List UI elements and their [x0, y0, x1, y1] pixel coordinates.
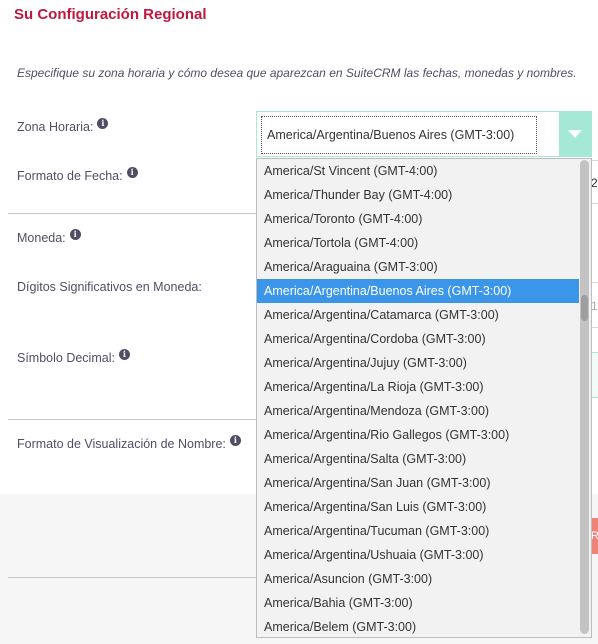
- scrollbar-thumb[interactable]: [581, 295, 588, 321]
- currency-digits-input-fragment: 1: [591, 299, 598, 313]
- divider: [8, 419, 258, 420]
- currency-digits-input-edge[interactable]: 1: [591, 282, 598, 328]
- timezone-option[interactable]: America/Argentina/San Juan (GMT-3:00): [257, 471, 579, 495]
- timezone-option[interactable]: America/Toronto (GMT-4:00): [257, 207, 579, 231]
- timezone-select-toggle[interactable]: [559, 112, 591, 156]
- timezone-option[interactable]: America/Argentina/Catamarca (GMT-3:00): [257, 303, 579, 327]
- timezone-option[interactable]: America/Argentina/Ushuaia (GMT-3:00): [257, 543, 579, 567]
- divider: [8, 577, 258, 578]
- currency-label-text: Moneda:: [17, 231, 66, 245]
- partial-button-edge[interactable]: R: [591, 518, 598, 554]
- timezone-option[interactable]: America/Argentina/La Rioja (GMT-3:00): [257, 375, 579, 399]
- decimal-symbol-label: Símbolo Decimal: i: [17, 348, 130, 365]
- partial-button-fragment: R: [591, 530, 598, 542]
- timezone-option[interactable]: America/St Vincent (GMT-4:00): [257, 159, 579, 183]
- section-title: Su Configuración Regional: [14, 6, 207, 23]
- timezone-option[interactable]: America/Asuncion (GMT-3:00): [257, 567, 579, 591]
- timezone-select-value[interactable]: America/Argentina/Buenos Aires (GMT-3:00…: [261, 116, 537, 154]
- timezone-option[interactable]: America/Argentina/Jujuy (GMT-3:00): [257, 351, 579, 375]
- timezone-option[interactable]: America/Bahia (GMT-3:00): [257, 591, 579, 615]
- currency-digits-label: Dígitos Significativos en Moneda:: [17, 280, 202, 294]
- name-format-label: Formato de Visualización de Nombre: i: [17, 434, 241, 451]
- timezone-label: Zona Horaria: i: [17, 117, 109, 134]
- dropdown-scrollbar[interactable]: [579, 159, 591, 637]
- timezone-option[interactable]: America/Argentina/Tucuman (GMT-3:00): [257, 519, 579, 543]
- timezone-dropdown[interactable]: America/St Vincent (GMT-4:00) America/Thu…: [256, 158, 592, 638]
- info-icon[interactable]: i: [118, 348, 130, 360]
- timezone-option[interactable]: America/Tortola (GMT-4:00): [257, 231, 579, 255]
- timezone-option[interactable]: America/Argentina/Rio Gallegos (GMT-3:00…: [257, 423, 579, 447]
- timezone-option[interactable]: America/Argentina/San Luis (GMT-3:00): [257, 495, 579, 519]
- scrollbar-track[interactable]: [580, 160, 589, 634]
- date-format-label-text: Formato de Fecha:: [17, 169, 123, 183]
- timezone-option[interactable]: America/Thunder Bay (GMT-4:00): [257, 183, 579, 207]
- divider: [8, 213, 258, 214]
- timezone-option-list: America/St Vincent (GMT-4:00) America/Thu…: [257, 159, 591, 637]
- timezone-option[interactable]: America/Araguaina (GMT-3:00): [257, 255, 579, 279]
- timezone-option[interactable]: America/Argentina/Salta (GMT-3:00): [257, 447, 579, 471]
- decimal-symbol-label-text: Símbolo Decimal:: [17, 351, 115, 365]
- info-icon[interactable]: i: [126, 166, 138, 178]
- timezone-select[interactable]: America/Argentina/Buenos Aires (GMT-3:00…: [256, 111, 592, 157]
- timezone-option[interactable]: America/Argentina/Mendoza (GMT-3:00): [257, 399, 579, 423]
- date-format-input-fragment: 2: [591, 176, 598, 190]
- timezone-option[interactable]: America/Argentina/Cordoba (GMT-3:00): [257, 327, 579, 351]
- decimal-symbol-input-edge[interactable]: [591, 352, 598, 398]
- timezone-option-selected[interactable]: America/Argentina/Buenos Aires (GMT-3:00…: [257, 279, 579, 303]
- info-icon[interactable]: i: [229, 434, 241, 446]
- name-format-label-text: Formato de Visualización de Nombre:: [17, 437, 226, 451]
- date-format-input-edge[interactable]: 2: [591, 160, 598, 204]
- timezone-label-text: Zona Horaria:: [17, 120, 94, 134]
- timezone-option[interactable]: America/Belem (GMT-3:00): [257, 615, 579, 637]
- info-icon[interactable]: i: [97, 117, 109, 129]
- currency-digits-label-text: Dígitos Significativos en Moneda:: [17, 280, 202, 294]
- date-format-label: Formato de Fecha: i: [17, 166, 138, 183]
- currency-label: Moneda: i: [17, 228, 81, 245]
- chevron-down-icon: [568, 130, 582, 138]
- section-description: Especifique su zona horaria y cómo desea…: [17, 66, 577, 80]
- info-icon[interactable]: i: [69, 228, 81, 240]
